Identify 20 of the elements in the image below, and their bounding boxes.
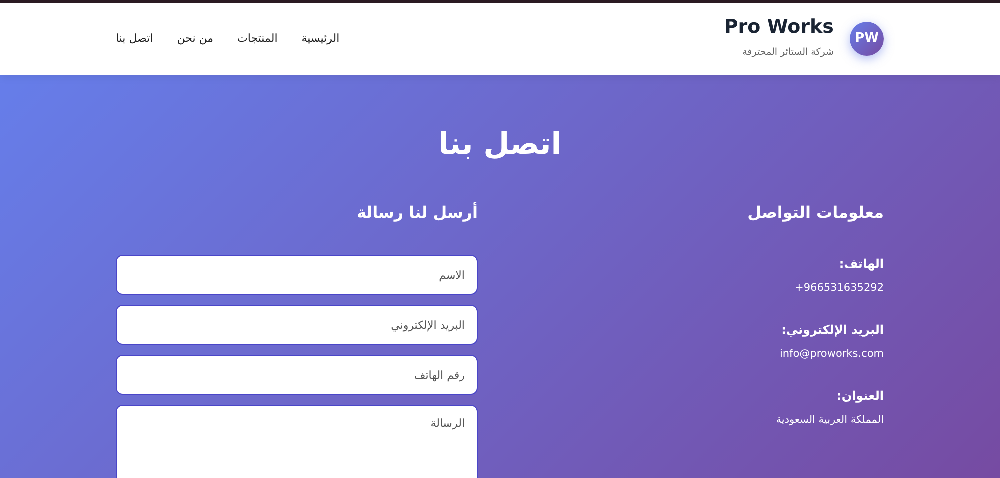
info-label: الهاتف: (838, 256, 884, 273)
nav-link[interactable]: الرئيسية (302, 30, 340, 48)
info-value: 966531635292+ (794, 281, 884, 296)
info-value: المملكة العربية السعودية (775, 412, 884, 428)
logo-badge: PW (850, 22, 884, 56)
info-value: info@proworks.com (778, 346, 884, 362)
nav-link[interactable]: من نحن (177, 30, 214, 48)
page-title: اتصل بنا (437, 126, 563, 163)
input-field[interactable]: البريد الإلكتروني (116, 305, 478, 345)
brand-tagline: شركة الستائر المحترفة (742, 46, 834, 60)
brand-name: Pro Works (724, 17, 834, 38)
info-label: البريد الإلكتروني: (780, 322, 884, 339)
nav-link[interactable]: المنتجات (238, 30, 278, 48)
input-field[interactable]: رقم الهاتف (116, 355, 478, 395)
section-heading: أرسل لنا رسالة (356, 201, 478, 224)
info-label: العنوان: (836, 388, 884, 404)
input-field[interactable]: الاسم (116, 255, 478, 295)
section-heading: معلومات التواصل (746, 202, 884, 224)
nav-link[interactable]: اتصل بنا (116, 30, 154, 48)
message-field[interactable]: الرسالة (116, 405, 478, 478)
